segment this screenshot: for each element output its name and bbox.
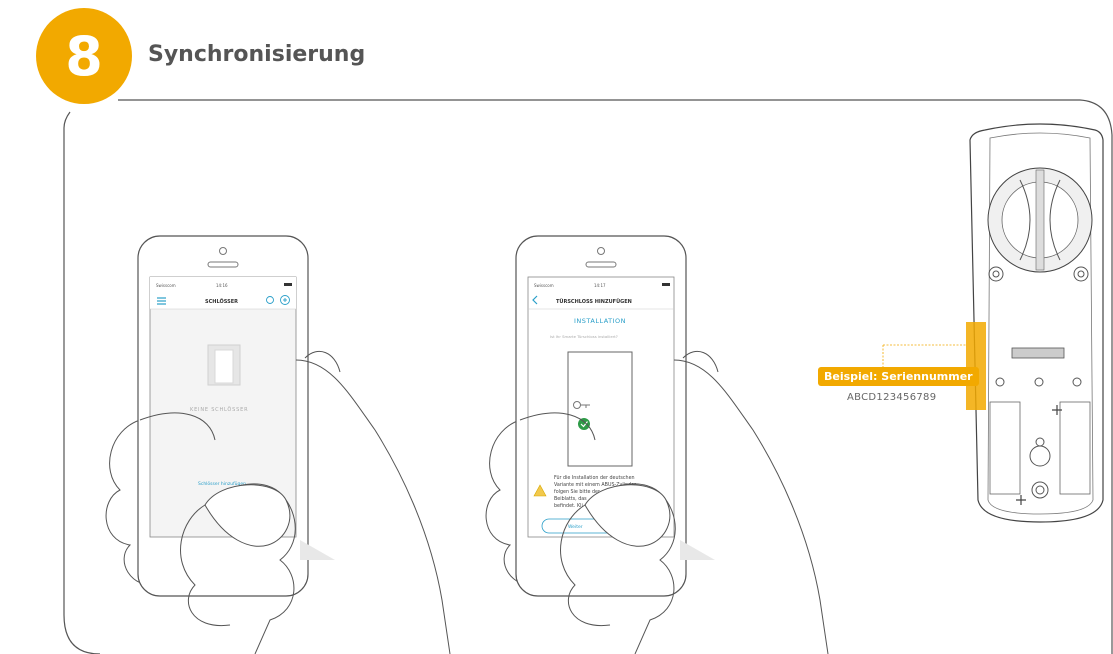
phone-1-empty-text: KEINE SCHLÖSSER bbox=[190, 406, 248, 413]
svg-text:folgen Sie bitte der: folgen Sie bitte der bbox=[554, 489, 600, 495]
serial-number-highlight bbox=[966, 322, 986, 410]
door-illustration bbox=[567, 351, 633, 467]
svg-text:Für die Installation der deuts: Für die Installation der deutschen bbox=[554, 475, 635, 481]
phone-2-next-button-label: Weiter bbox=[568, 524, 583, 530]
check-circle-icon bbox=[578, 418, 590, 430]
finger-shadow-1 bbox=[300, 540, 335, 560]
phone-1-status-time: 14:16 bbox=[216, 283, 228, 288]
phone-2: Swisscom 14:17 TÜRSCHLOSS HINZUFÜGEN INS… bbox=[485, 235, 829, 654]
serial-number-value: ABCD123456789 bbox=[847, 392, 937, 403]
svg-text:Beiblatts, das: Beiblatts, das bbox=[554, 496, 587, 502]
phone-2-section-title: INSTALLATION bbox=[574, 317, 626, 325]
phone-2-subtitle: Ist Ihr Smarte Türschloss installiert? bbox=[550, 334, 618, 339]
lock-body bbox=[882, 123, 1104, 523]
serial-number-label: Beispiel: Seriennummer bbox=[818, 367, 979, 386]
phone-1-screen-title: SCHLÖSSER bbox=[205, 298, 238, 305]
phone-2-status-time: 14:17 bbox=[594, 283, 606, 288]
svg-text:befindet. Kli: befindet. Kli bbox=[554, 503, 583, 509]
illustration-canvas: Swisscom 14:16 SCHLÖSSER KEINE SCHLÖSSER… bbox=[63, 99, 1113, 654]
phone-2-status-carrier: Swisscom bbox=[534, 283, 554, 288]
phone-1-status-carrier: Swisscom bbox=[156, 283, 176, 288]
phone-2-screen-title: TÜRSCHLOSS HINZUFÜGEN bbox=[556, 298, 632, 305]
phone-1: Swisscom 14:16 SCHLÖSSER KEINE SCHLÖSSER… bbox=[105, 235, 451, 654]
door-icon bbox=[207, 344, 241, 386]
finger-shadow-2 bbox=[680, 540, 715, 560]
